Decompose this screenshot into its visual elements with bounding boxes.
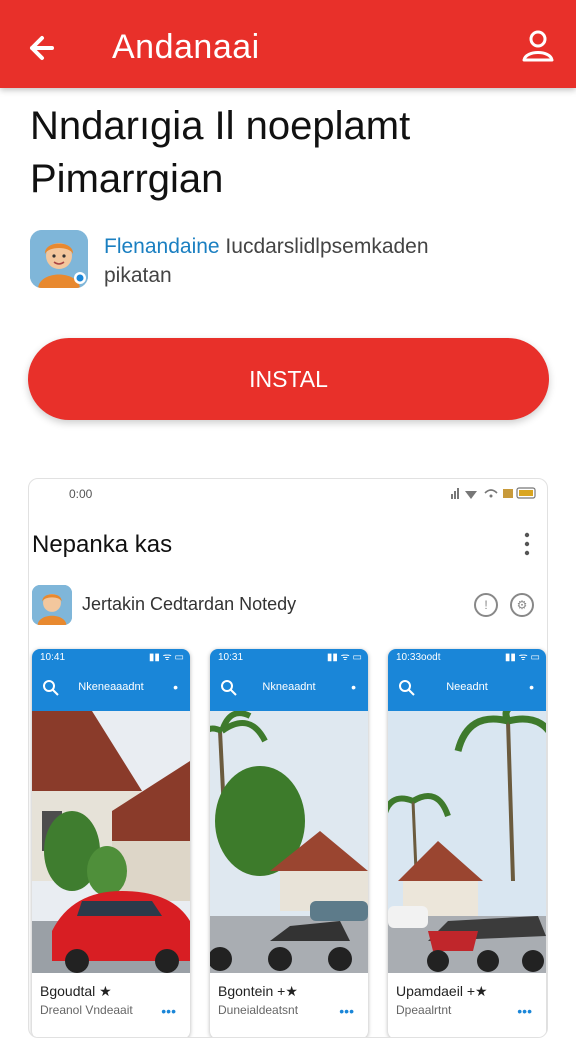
screenshot-2[interactable]: 10:31 ▮▮ ᯤ ▭ Nkneaadnt • Bgontein +★ Dune…	[210, 649, 368, 1037]
preview-app-name: Jertakin Cedtardan Notedy	[82, 594, 297, 614]
shot-toolbar: Nkeneaaadnt •	[32, 667, 190, 711]
shot-title: Neeadnt	[446, 681, 488, 693]
shot-time: 10:41	[40, 652, 66, 663]
preview-title: Nepanka kas	[32, 531, 173, 558]
avatar-icon	[32, 585, 72, 625]
developer-desc2: pikatan	[104, 264, 172, 287]
app-title-line2: Pimarrgian	[30, 157, 224, 201]
house-car-photo	[32, 711, 190, 973]
app-bar-title: Andanaai	[112, 28, 260, 66]
dot-icon: •	[173, 679, 178, 695]
shot-statusbar: 10:31 ▮▮ ᯤ ▭	[210, 649, 368, 667]
shot-time: 10:31	[218, 652, 244, 663]
avatar-icon	[30, 230, 88, 288]
screenshot-3[interactable]: 10:33oodt ▮▮ ᯤ ▭ Neeadnt • Upamdaeil +★ D…	[388, 649, 546, 1037]
more-vert-icon[interactable]	[521, 531, 533, 557]
screenshot-1[interactable]: 10:41 ▮▮ ᯤ ▭ Nkeneaaadnt • Bgoudtal ★ Dre…	[32, 649, 190, 1037]
dot-icon: •	[529, 679, 534, 695]
shot-time: 10:33oodt	[396, 652, 441, 663]
street-motorbikes-photo	[388, 711, 546, 973]
palm-motorbike-photo	[210, 711, 368, 973]
shot-caption: Bgoudtal ★	[40, 983, 112, 999]
preview-status-time: 0:00	[69, 487, 93, 501]
user-icon[interactable]	[518, 26, 558, 66]
app-title: Nndarıgia Il noeplamt Pimarrgian	[30, 100, 550, 206]
more-horiz-icon[interactable]: •••	[161, 1003, 176, 1019]
settings-icon[interactable]: ⚙	[510, 593, 534, 617]
developer-text: Flenandaine Iucdarslidlpsemkaden pikatan	[104, 232, 524, 290]
preview-app-icon	[32, 585, 72, 625]
preview-card: 0:00 Nepanka kas Jertakin Cedtardan Note…	[28, 478, 548, 1038]
shot-caption: Bgontein +★	[218, 983, 298, 999]
more-horiz-icon[interactable]: •••	[517, 1003, 532, 1019]
developer-link[interactable]: Flenandaine	[104, 235, 220, 258]
developer-avatar	[30, 230, 88, 288]
developer-desc: Iucdarslidlpsemkaden	[219, 235, 429, 258]
shot-toolbar: Neeadnt •	[388, 667, 546, 711]
shot-caption: Upamdaeil +★	[396, 983, 488, 999]
shot-caption2: Dpeaalrtnt	[396, 1003, 452, 1017]
shot-title: Nkeneaaadnt	[78, 681, 144, 693]
app-bar: Andanaai	[0, 0, 576, 88]
shot-toolbar: Nkneaadnt •	[210, 667, 368, 711]
info-icon[interactable]: !	[474, 593, 498, 617]
arrow-left-icon[interactable]	[22, 26, 66, 70]
install-button[interactable]: INSTAL	[28, 338, 549, 420]
dot-icon: •	[351, 679, 356, 695]
shot-caption2: Duneialdeatsnt	[218, 1003, 299, 1017]
shot-statusbar: 10:41 ▮▮ ᯤ ▭	[32, 649, 190, 667]
developer-row: Flenandaine Iucdarslidlpsemkaden pikatan	[30, 230, 550, 290]
shot-caption2: Dreanol Vndeaait	[40, 1003, 133, 1017]
more-horiz-icon[interactable]: •••	[339, 1003, 354, 1019]
status-icons	[451, 487, 536, 499]
shot-statusbar: 10:33oodt ▮▮ ᯤ ▭	[388, 649, 546, 667]
preview-app-row: Jertakin Cedtardan Notedy ! ⚙	[32, 585, 542, 625]
shot-title: Nkneaadnt	[262, 681, 316, 693]
app-title-line1: Nndarıgia Il noeplamt	[30, 104, 411, 148]
